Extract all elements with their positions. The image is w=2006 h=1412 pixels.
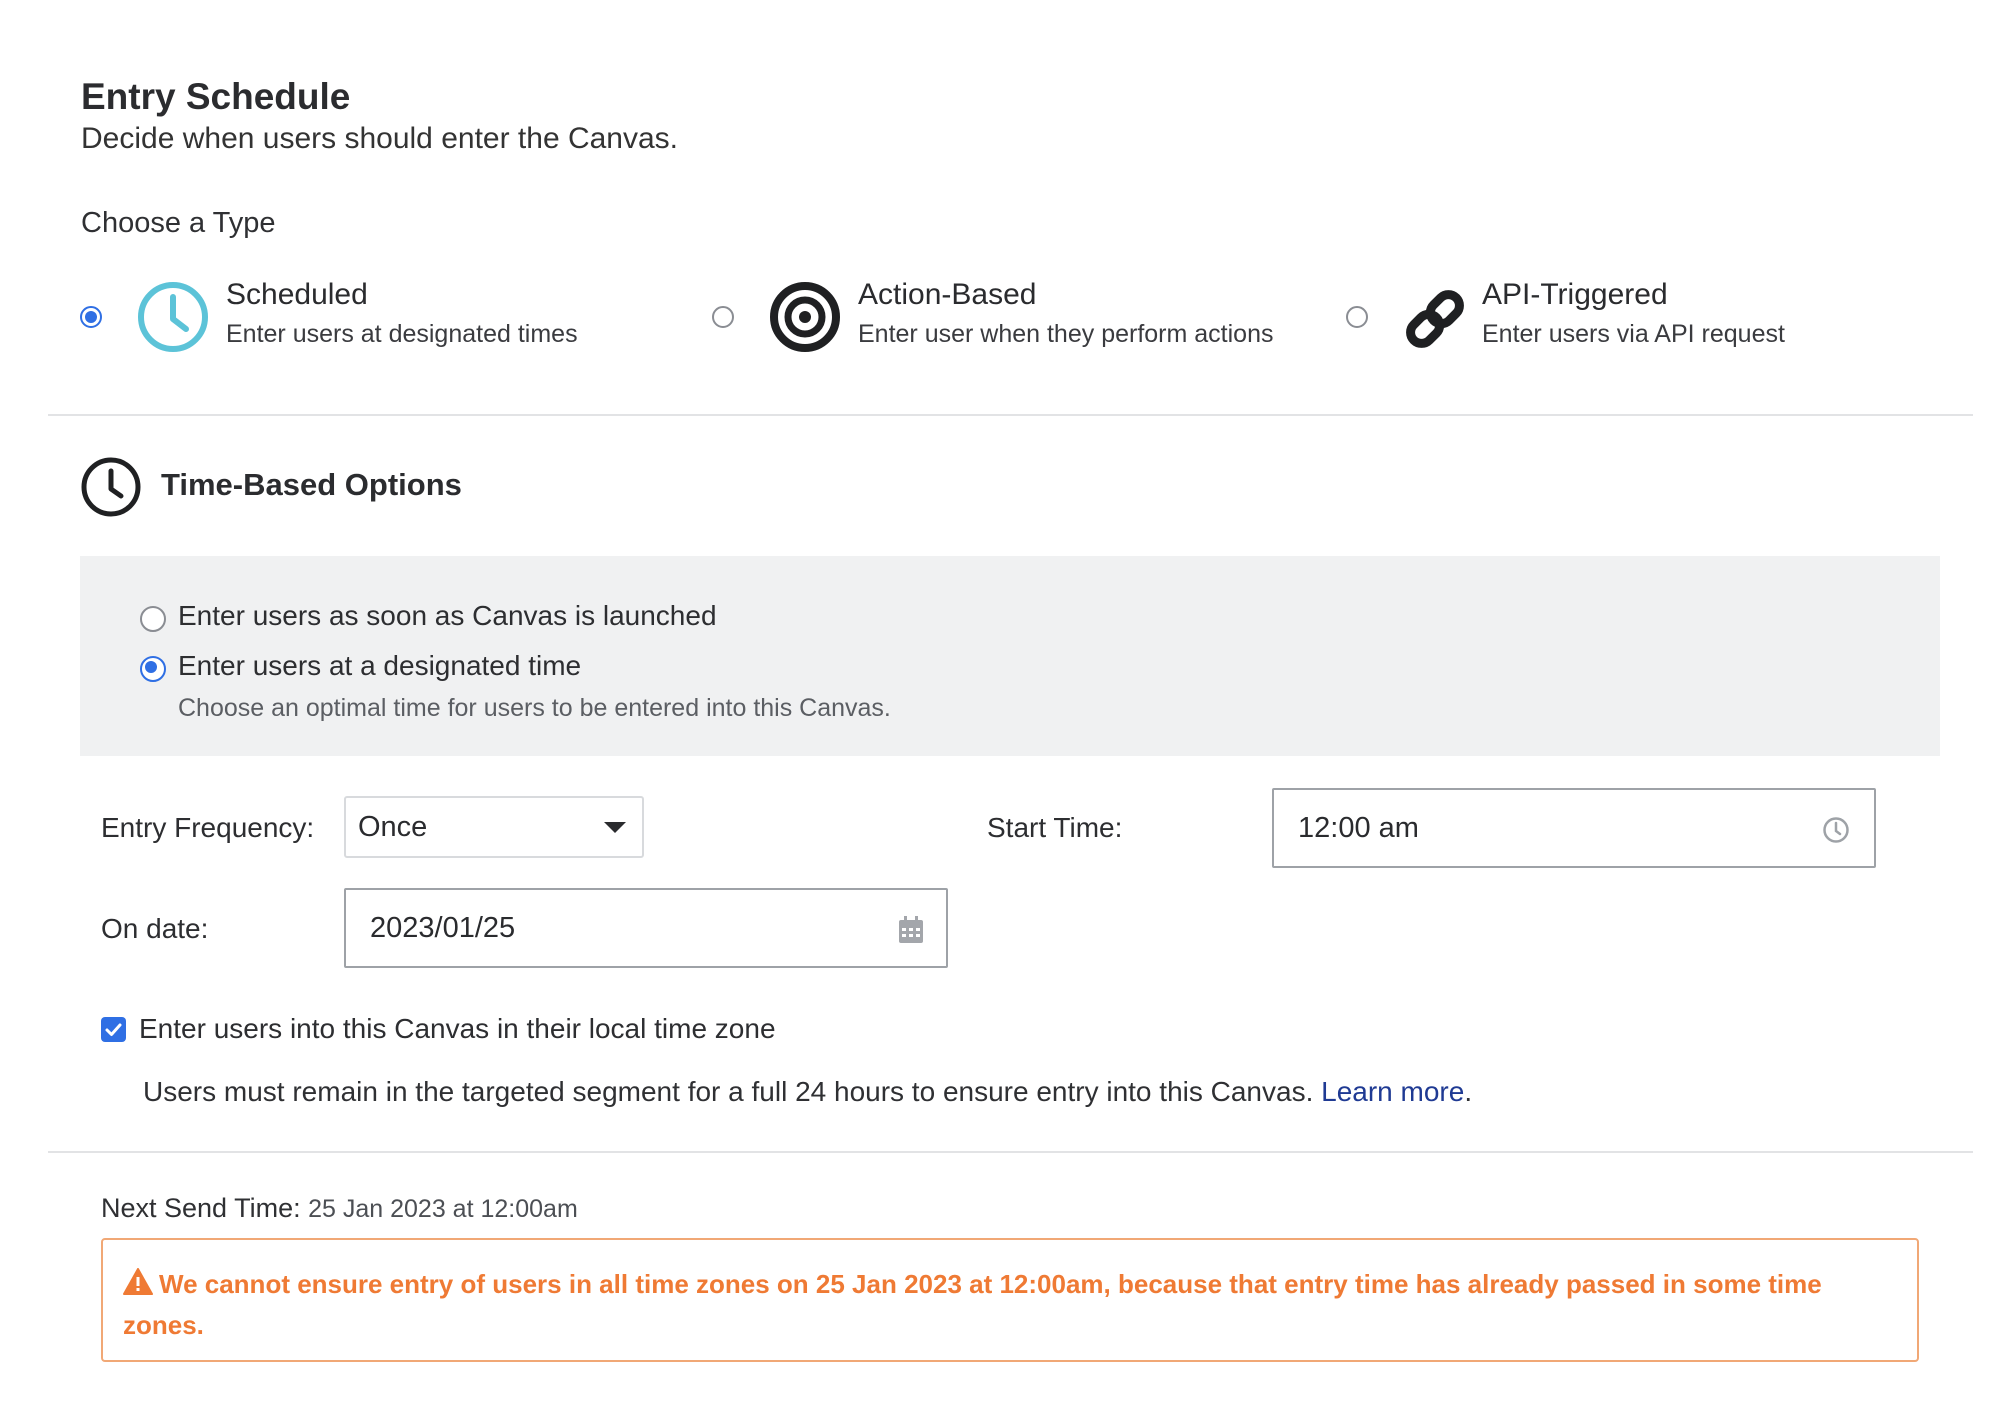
clock-icon bbox=[138, 282, 208, 352]
learn-more-link[interactable]: Learn more bbox=[1321, 1076, 1464, 1107]
time-picker-icon[interactable] bbox=[1822, 816, 1850, 844]
warning-text: We cannot ensure entry of users in all t… bbox=[123, 1269, 1822, 1340]
local-time-zone-label[interactable]: Enter users into this Canvas in their lo… bbox=[139, 1013, 776, 1045]
start-time-label: Start Time: bbox=[987, 812, 1123, 843]
start-time-value: 12:00 am bbox=[1298, 812, 1419, 844]
time-based-options-title: Time-Based Options bbox=[161, 467, 462, 502]
calendar-icon[interactable] bbox=[898, 916, 924, 944]
section-divider-bottom bbox=[48, 1151, 1973, 1153]
enter-designated-radio[interactable] bbox=[140, 656, 166, 682]
type-option-api-triggered[interactable]: API-Triggered Enter users via API reques… bbox=[1346, 278, 1906, 364]
api-triggered-description: Enter users via API request bbox=[1482, 320, 1785, 348]
time-clock-icon bbox=[81, 457, 141, 517]
checkmark-icon bbox=[105, 1023, 122, 1036]
option-enter-designated[interactable]: Enter users at a designated time Choose … bbox=[140, 648, 1140, 738]
action-based-radio[interactable] bbox=[712, 306, 734, 328]
warning-alert: We cannot ensure entry of users in all t… bbox=[101, 1238, 1919, 1362]
type-option-action-based[interactable]: Action-Based Enter user when they perfor… bbox=[712, 278, 1312, 364]
on-date-label: On date: bbox=[101, 913, 209, 944]
chevron-down-icon bbox=[604, 822, 626, 833]
entry-frequency-select[interactable]: Once bbox=[344, 796, 644, 858]
start-time-input[interactable]: 12:00 am bbox=[1272, 788, 1876, 868]
enter-on-launch-radio[interactable] bbox=[140, 606, 166, 632]
section-divider bbox=[48, 414, 1973, 416]
scheduled-title: Scheduled bbox=[226, 278, 368, 311]
segment-note: Users must remain in the targeted segmen… bbox=[143, 1076, 1472, 1108]
entry-frequency-label: Entry Frequency: bbox=[101, 812, 315, 843]
note-period: . bbox=[1464, 1076, 1473, 1107]
on-date-value: 2023/01/25 bbox=[370, 912, 516, 944]
api-triggered-radio[interactable] bbox=[1346, 306, 1368, 328]
segment-note-text: Users must remain in the targeted segmen… bbox=[143, 1076, 1314, 1107]
page-title: Entry Schedule bbox=[81, 76, 351, 117]
next-send-time: Next Send Time: 25 Jan 2023 at 12:00am bbox=[101, 1193, 578, 1224]
next-send-time-label: Next Send Time: bbox=[101, 1193, 301, 1223]
choose-type-label: Choose a Type bbox=[81, 207, 276, 239]
action-based-description: Enter user when they perform actions bbox=[858, 320, 1274, 348]
local-time-zone-checkbox[interactable] bbox=[101, 1017, 126, 1042]
option-enter-on-launch[interactable]: Enter users as soon as Canvas is launche… bbox=[140, 598, 940, 638]
next-send-time-value: 25 Jan 2023 at 12:00am bbox=[308, 1195, 578, 1223]
time-options-panel: Enter users as soon as Canvas is launche… bbox=[80, 556, 1940, 756]
api-triggered-title: API-Triggered bbox=[1482, 278, 1668, 311]
on-date-input[interactable]: 2023/01/25 bbox=[344, 888, 948, 968]
action-based-title: Action-Based bbox=[858, 278, 1037, 311]
enter-designated-description: Choose an optimal time for users to be e… bbox=[178, 694, 891, 722]
type-option-scheduled[interactable]: Scheduled Enter users at designated time… bbox=[80, 278, 640, 364]
link-icon bbox=[1406, 290, 1464, 348]
page-subtitle: Decide when users should enter the Canva… bbox=[81, 122, 679, 155]
enter-designated-label: Enter users at a designated time bbox=[178, 650, 582, 681]
enter-on-launch-label: Enter users as soon as Canvas is launche… bbox=[178, 600, 717, 631]
scheduled-description: Enter users at designated times bbox=[226, 320, 578, 348]
scheduled-radio[interactable] bbox=[80, 306, 102, 328]
target-icon bbox=[770, 282, 840, 352]
entry-frequency-value: Once bbox=[358, 811, 428, 843]
